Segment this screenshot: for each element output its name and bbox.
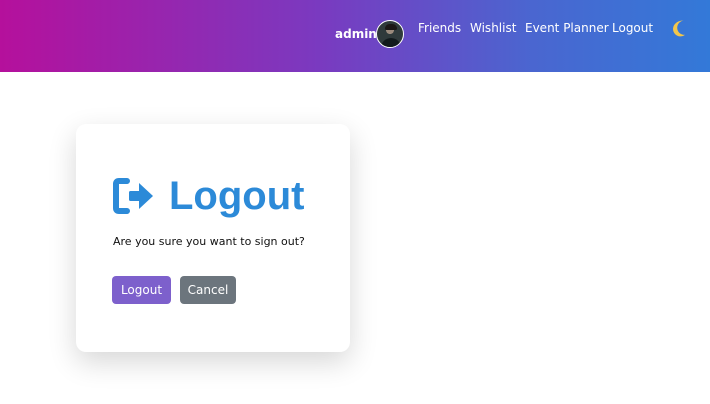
moon-icon-svg	[673, 20, 685, 37]
nav-link-wishlist[interactable]: Wishlist	[470, 21, 516, 35]
top-navbar: admin Friends Wishlist Event Planner Log…	[0, 0, 710, 72]
confirm-logout-button[interactable]: Logout	[112, 276, 171, 304]
nav-link-event-planner[interactable]: Event Planner	[525, 21, 609, 35]
moon-icon[interactable]	[670, 18, 690, 38]
user-avatar[interactable]	[376, 20, 404, 48]
cancel-button[interactable]: Cancel	[180, 276, 236, 304]
nav-link-logout[interactable]: Logout	[612, 21, 653, 35]
logout-title: Logout	[169, 174, 305, 218]
nav-link-friends[interactable]: Friends	[418, 21, 461, 35]
logout-prompt-text: Are you sure you want to sign out?	[113, 235, 305, 248]
sign-out-icon	[113, 178, 153, 214]
avatar-shoulders	[381, 38, 401, 47]
avatar-hair	[385, 24, 397, 30]
nav-username: admin	[335, 27, 377, 41]
logout-heading: Logout	[112, 172, 305, 220]
